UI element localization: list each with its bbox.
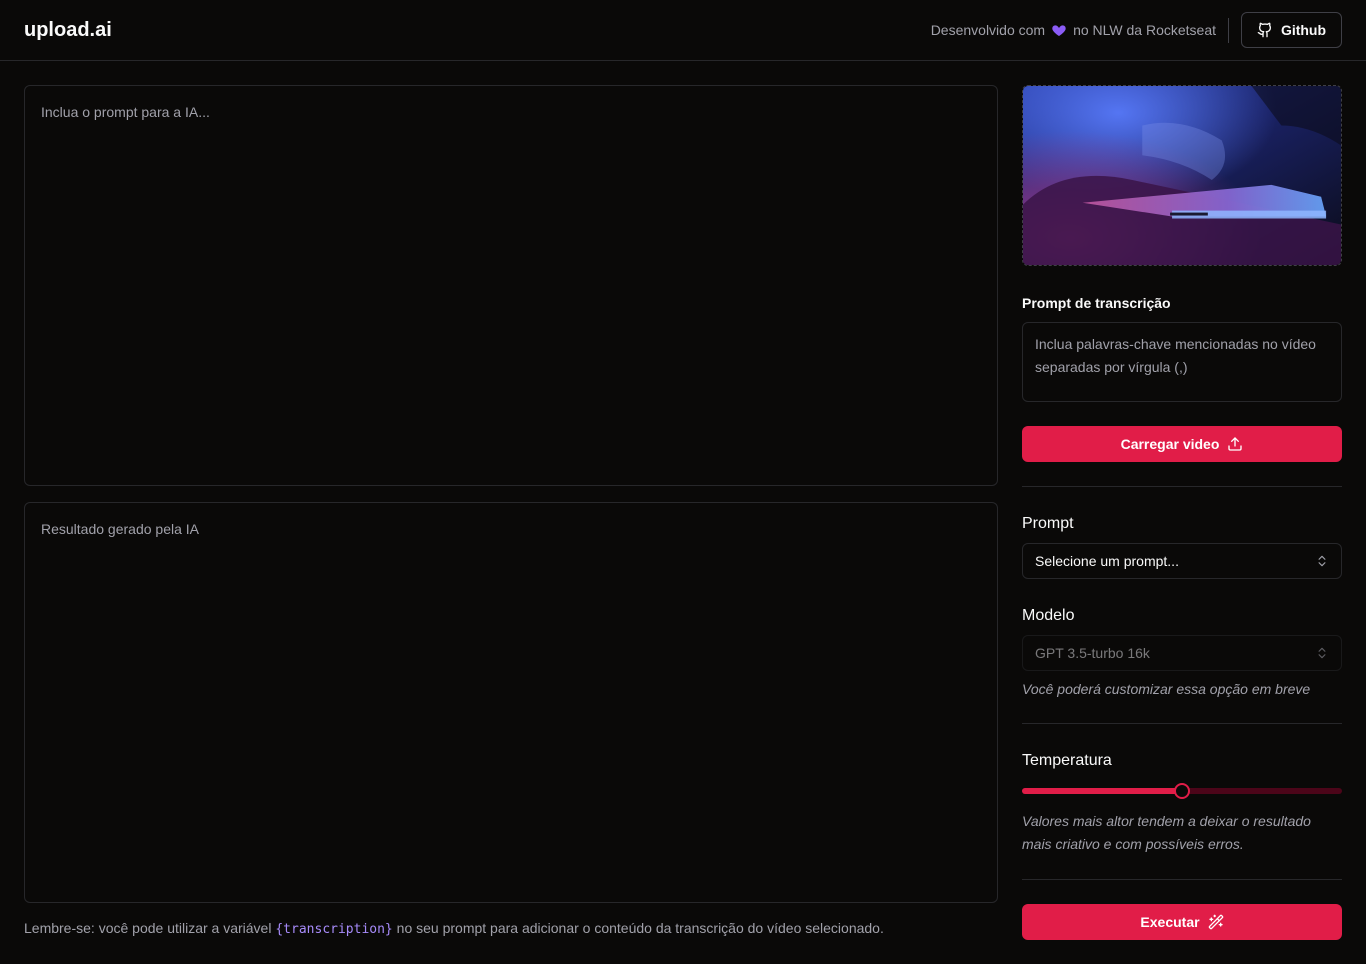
hint-variable: {transcription} xyxy=(275,922,393,937)
model-select-value: GPT 3.5-turbo 16k xyxy=(1035,645,1150,661)
prompt-select[interactable]: Selecione um prompt... xyxy=(1022,543,1342,579)
video-thumbnail-image xyxy=(1023,86,1341,265)
hint-suffix: no seu prompt para adicionar o conteúdo … xyxy=(396,920,884,936)
upload-video-button-label: Carregar video xyxy=(1120,436,1220,452)
header-right: Desenvolvido com no NLW da Rocketseat Gi… xyxy=(931,0,1342,60)
model-note: Você poderá customizar essa opção em bre… xyxy=(1022,681,1311,697)
slider-thumb[interactable] xyxy=(1174,783,1190,799)
slider-fill xyxy=(1022,788,1182,794)
sidebar-divider xyxy=(1022,879,1342,880)
credit-text: Desenvolvido com no NLW da Rocketseat xyxy=(931,22,1216,38)
hint-prefix: Lembre-se: você pode utilizar a variável xyxy=(24,920,272,936)
temperature-slider[interactable] xyxy=(1022,782,1342,800)
prompt-select-value: Selecione um prompt... xyxy=(1035,553,1179,569)
credit-prefix: Desenvolvido com xyxy=(930,22,1046,38)
model-select: GPT 3.5-turbo 16k xyxy=(1022,635,1342,671)
sidebar-divider xyxy=(1022,723,1342,724)
github-button[interactable]: Github xyxy=(1241,12,1342,48)
chevrons-up-down-icon xyxy=(1318,555,1326,567)
upload-icon xyxy=(1228,437,1243,451)
upload-video-button[interactable]: Carregar video xyxy=(1022,426,1342,462)
magic-wand-icon xyxy=(1208,914,1223,930)
variable-hint: Lembre-se: você pode utilizar a variável… xyxy=(24,920,884,937)
heart-icon xyxy=(1051,22,1067,38)
app-header: upload.ai Desenvolvido com no NLW da Roc… xyxy=(0,0,1366,61)
prompt-label: Prompt xyxy=(1022,515,1074,532)
header-divider xyxy=(1228,17,1229,43)
result-textarea[interactable] xyxy=(24,502,998,903)
execute-button[interactable]: Executar xyxy=(1022,904,1342,940)
temperature-note: Valores mais altor tendem a deixar o res… xyxy=(1022,813,1311,852)
temperature-label: Temperatura xyxy=(1022,752,1112,769)
app-logo: upload.ai xyxy=(24,18,112,41)
github-icon xyxy=(1257,22,1271,38)
credit-suffix: no NLW da Rocketseat xyxy=(1073,22,1216,38)
transcription-prompt-input[interactable] xyxy=(1022,322,1342,402)
transcription-label: Prompt de transcrição xyxy=(1022,295,1171,311)
github-button-label: Github xyxy=(1280,22,1327,38)
video-preview[interactable] xyxy=(1022,85,1342,266)
prompt-textarea[interactable] xyxy=(24,85,998,486)
chevrons-up-down-icon xyxy=(1318,647,1326,659)
execute-button-label: Executar xyxy=(1140,914,1200,930)
model-label: Modelo xyxy=(1022,607,1075,624)
sidebar-divider xyxy=(1022,486,1342,487)
